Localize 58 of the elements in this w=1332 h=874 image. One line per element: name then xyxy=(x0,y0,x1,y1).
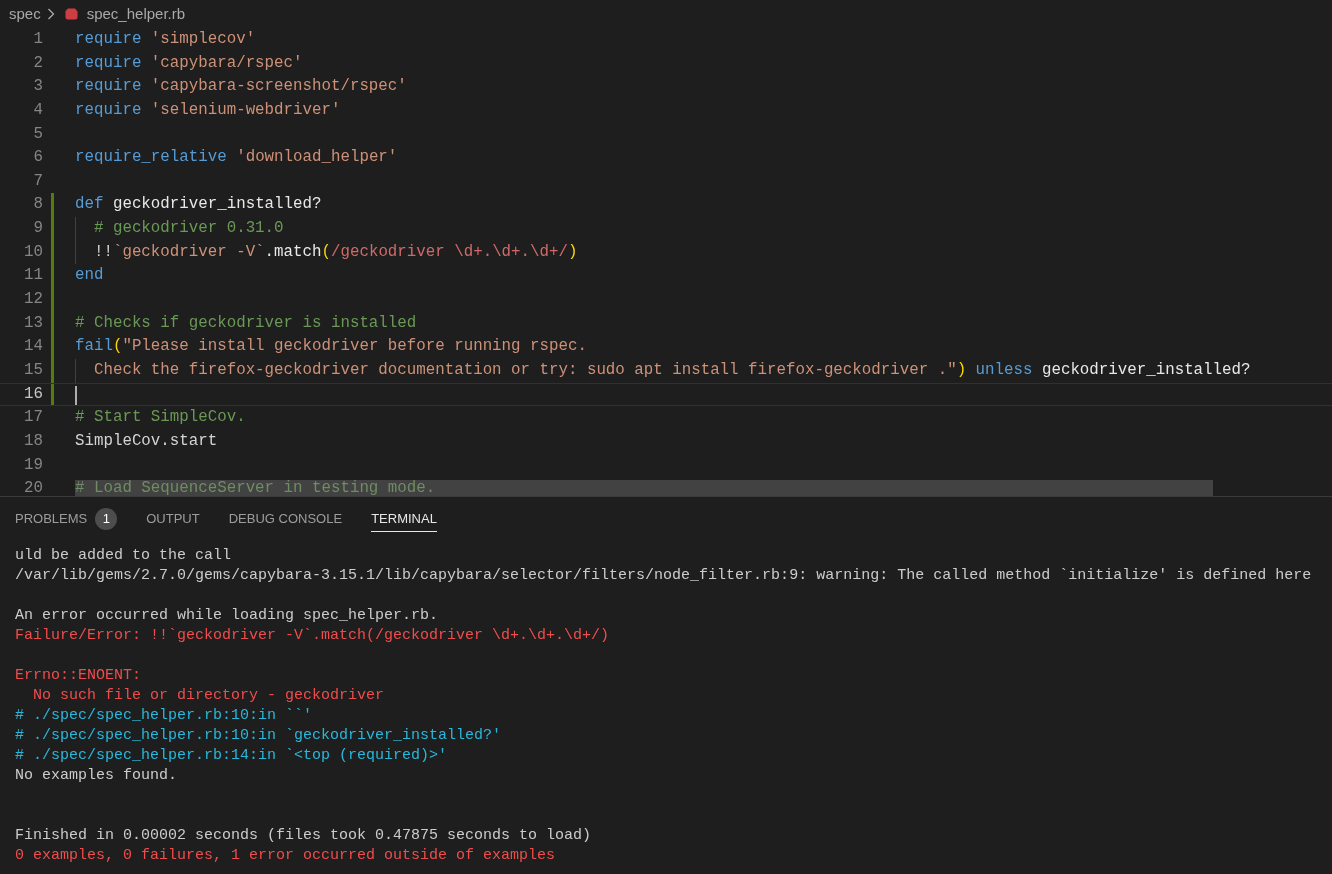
line-number: 3 xyxy=(32,76,43,98)
terminal-line: # ./spec/spec_helper.rb:14:in `<top (required)>' xyxy=(15,746,449,766)
code-line: !!`geckodriver -V`.match(/geckodriver \d+.\d+.\d+/) xyxy=(92,241,578,263)
chevron-right-icon xyxy=(46,8,55,20)
line-number: 16 xyxy=(23,383,43,405)
panel-tab[interactable]: DEBUG CONSOLE xyxy=(228,506,343,532)
panel-tab[interactable]: TERMINAL xyxy=(371,506,437,532)
code-line: require 'capybara/rspec' xyxy=(75,52,303,74)
line-number: 19 xyxy=(23,454,43,476)
line-number: 1 xyxy=(32,29,43,50)
line-number: 20 xyxy=(23,478,43,496)
line-number: 18 xyxy=(23,430,43,452)
code-line: Check the firefox-geckodriver documentation or try: sudo apt install firefox-geckodriver .") unless geckodriver_installed? xyxy=(92,359,1251,381)
terminal-line: No such file or directory - geckodriver xyxy=(32,686,386,706)
line-number: 8 xyxy=(32,194,43,216)
code-line: # Load SequenceServer in testing mode. xyxy=(75,478,436,496)
line-number: 11 xyxy=(23,265,43,287)
count-badge: 1 xyxy=(95,508,118,530)
code-line: require 'capybara-screenshot/rspec' xyxy=(75,76,407,98)
line-number: 10 xyxy=(23,241,43,263)
terminal-line: Finished in 0.00002 seconds (files took 0.47875 seconds to load) xyxy=(15,826,593,846)
code-line: end xyxy=(75,265,104,287)
terminal-line: No examples found. xyxy=(15,766,179,786)
line-number: 4 xyxy=(32,99,43,121)
terminal-line: An error occurred while loading spec_helper.rb. xyxy=(15,606,440,626)
code-line: fail("Please install geckodriver before running rspec. xyxy=(75,336,587,358)
line-number: 6 xyxy=(32,147,43,169)
ruby-file-icon xyxy=(64,8,78,20)
line-number: 2 xyxy=(32,52,43,74)
terminal-line: Errno::ENOENT: xyxy=(15,666,143,686)
code-line: def geckodriver_installed? xyxy=(75,194,322,216)
panel-tab[interactable]: OUTPUT xyxy=(146,506,200,532)
code-line: # geckodriver 0.31.0 xyxy=(92,218,284,240)
code-line: require 'simplecov' xyxy=(75,29,256,50)
line-number: 12 xyxy=(23,289,43,311)
terminal-line: Failure/Error: !!`geckodriver -V`.match(/geckodriver \d+.\d+.\d+/) xyxy=(15,626,611,646)
terminal-line: /var/lib/gems/2.7.0/gems/capybara-3.15.1/lib/capybara/selector/filters/node_filter.rb:9: warning: The called method `initialize' is defined here xyxy=(15,566,1313,586)
breadcrumb-folder[interactable]: spec xyxy=(9,2,41,26)
panel-tab[interactable]: PROBLEMS xyxy=(15,506,88,532)
terminal-line: uld be added to the call xyxy=(15,546,233,566)
line-number: 14 xyxy=(23,336,43,358)
line-number: 17 xyxy=(23,407,43,429)
scrollbar-thumb[interactable] xyxy=(75,480,1213,496)
line-number: 9 xyxy=(32,218,43,240)
terminal-line: # ./spec/spec_helper.rb:10:in ``' xyxy=(15,706,314,726)
line-number: 15 xyxy=(23,359,43,381)
breadcrumb-file[interactable]: spec_helper.rb xyxy=(86,2,186,26)
code-line: require_relative 'download_helper' xyxy=(75,147,398,169)
terminal-line: 0 examples, 0 failures, 1 error occurred outside of examples xyxy=(15,846,557,866)
code-line: # Checks if geckodriver is installed xyxy=(75,312,417,334)
text-cursor xyxy=(75,385,77,405)
line-number: 5 xyxy=(32,123,43,145)
line-number: 13 xyxy=(23,312,43,334)
code-line: # Start SimpleCov. xyxy=(75,407,246,429)
code-line: SimpleCov.start xyxy=(75,430,218,452)
code-line: require 'selenium-webdriver' xyxy=(75,99,341,121)
line-number: 7 xyxy=(32,170,43,192)
terminal-line: # ./spec/spec_helper.rb:10:in `geckodriver_installed?' xyxy=(15,726,503,746)
